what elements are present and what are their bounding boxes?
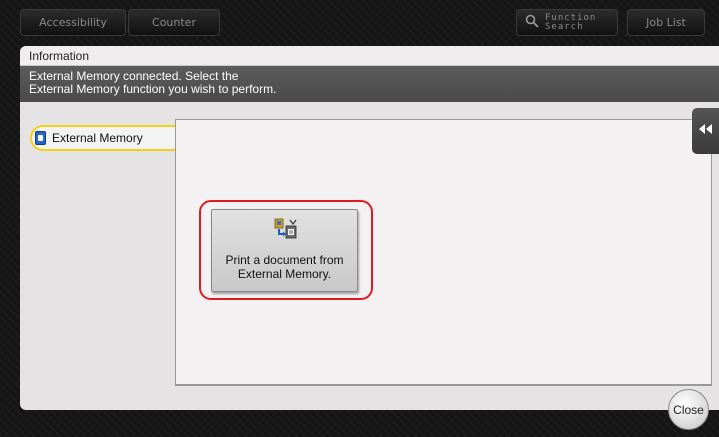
- function-content-area: Print a document from External Memory.: [175, 119, 712, 386]
- usb-memory-icon: [35, 131, 46, 145]
- search-icon: [525, 14, 539, 31]
- print-from-memory-button[interactable]: Print a document from External Memory.: [211, 209, 358, 292]
- top-bar: Accessibility Counter Function Search Jo…: [0, 0, 719, 40]
- message-bar: External Memory connected. Select the Ex…: [20, 66, 719, 102]
- counter-label: Counter: [152, 16, 196, 29]
- double-chevron-left-icon: [698, 123, 714, 139]
- side-panel-toggle[interactable]: [692, 108, 719, 154]
- tab-external-memory[interactable]: External Memory: [30, 125, 180, 151]
- print-from-memory-label: Print a document from External Memory.: [225, 253, 344, 281]
- message-line-2: External Memory function you wish to per…: [29, 82, 277, 96]
- accessibility-label: Accessibility: [39, 16, 107, 29]
- job-list-button[interactable]: Job List: [627, 9, 705, 36]
- information-panel: Information External Memory connected. S…: [20, 46, 719, 410]
- close-button[interactable]: Close: [668, 389, 709, 430]
- close-label: Close: [673, 402, 704, 417]
- tab-external-memory-label: External Memory: [52, 131, 143, 145]
- function-search-button[interactable]: Function Search: [516, 9, 618, 36]
- job-list-label: Job List: [646, 16, 686, 29]
- counter-button[interactable]: Counter: [128, 9, 220, 36]
- function-search-label: Function Search: [545, 12, 597, 32]
- accessibility-button[interactable]: Accessibility: [20, 9, 126, 36]
- panel-title: Information: [20, 46, 719, 66]
- print-from-memory-icon: [273, 218, 297, 243]
